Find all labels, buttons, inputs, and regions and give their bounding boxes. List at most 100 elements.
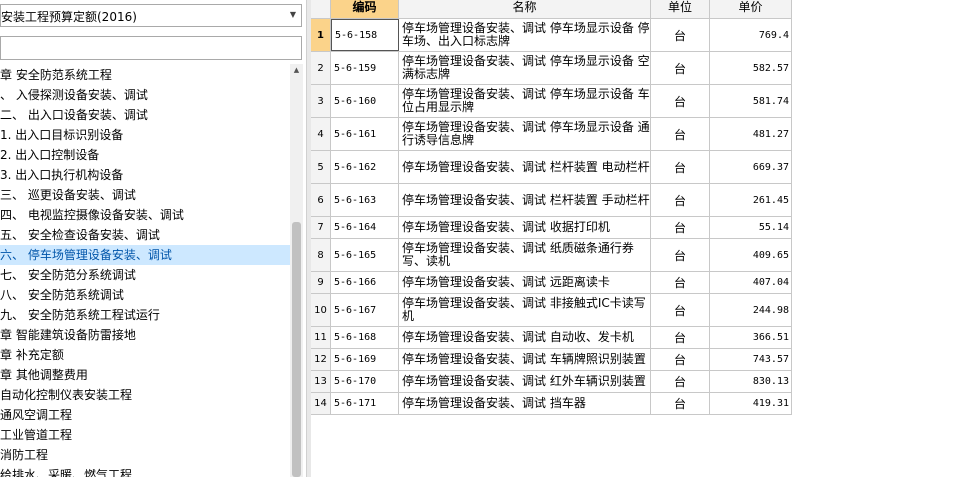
row-index-cell[interactable]: 2: [311, 52, 331, 84]
scrollbar-thumb[interactable]: [292, 222, 301, 477]
name-cell[interactable]: 停车场管理设备安装、调试 车辆牌照识别装置: [399, 349, 651, 370]
code-cell[interactable]: 5-6-169: [331, 349, 399, 370]
tree-item[interactable]: 1. 出入口目标识别设备: [0, 125, 290, 145]
table-row[interactable]: 3 5-6-160 停车场管理设备安装、调试 停车场显示设备 车位占用显示牌台 581…: [311, 85, 792, 118]
tree-item[interactable]: 三、 巡更设备安装、调试: [0, 185, 290, 205]
code-cell[interactable]: 5-6-158: [331, 19, 399, 51]
price-cell[interactable]: 55.14: [710, 217, 792, 238]
tree-item[interactable]: 六、 停车场管理设备安装、调试: [0, 245, 290, 265]
price-cell[interactable]: 830.13: [710, 371, 792, 392]
name-cell[interactable]: 停车场管理设备安装、调试 非接触式IC卡读写机: [399, 294, 651, 326]
name-cell[interactable]: 停车场管理设备安装、调试 停车场显示设备 空满标志牌: [399, 52, 651, 84]
tree-item[interactable]: 章 其他调整费用: [0, 365, 290, 385]
name-cell[interactable]: 停车场管理设备安装、调试 停车场显示设备 停车场、出入口标志牌: [399, 19, 651, 51]
row-index-cell[interactable]: 13: [311, 371, 331, 392]
row-index-cell[interactable]: 14: [311, 393, 331, 414]
tree-item[interactable]: 自动化控制仪表安装工程: [0, 385, 290, 405]
name-cell[interactable]: 停车场管理设备安装、调试 挡车器: [399, 393, 651, 414]
row-index-cell[interactable]: 5: [311, 151, 331, 183]
unit-cell[interactable]: 台: [651, 393, 710, 414]
table-row[interactable]: 8 5-6-165 停车场管理设备安装、调试 纸质磁条通行券写、读机台 409.65: [311, 239, 792, 272]
price-cell[interactable]: 366.51: [710, 327, 792, 348]
name-column-header[interactable]: 名称: [399, 0, 651, 18]
unit-cell[interactable]: 台: [651, 294, 710, 326]
row-index-cell[interactable]: 6: [311, 184, 331, 216]
table-row[interactable]: 1 5-6-158 停车场管理设备安装、调试 停车场显示设备 停车场、出入口标志牌台…: [311, 19, 792, 52]
row-index-cell[interactable]: 4: [311, 118, 331, 150]
tree-item[interactable]: 章 智能建筑设备防雷接地: [0, 325, 290, 345]
tree-item[interactable]: 七、 安全防范分系统调试: [0, 265, 290, 285]
name-cell[interactable]: 停车场管理设备安装、调试 收据打印机: [399, 217, 651, 238]
tree-item[interactable]: 通风空调工程: [0, 405, 290, 425]
tree-item[interactable]: 消防工程: [0, 445, 290, 465]
table-row[interactable]: 13 5-6-170 停车场管理设备安装、调试 红外车辆识别装置台 830.13: [311, 371, 792, 393]
table-row[interactable]: 12 5-6-169 停车场管理设备安装、调试 车辆牌照识别装置台 743.57: [311, 349, 792, 371]
price-cell[interactable]: 481.27: [710, 118, 792, 150]
code-cell[interactable]: 5-6-170: [331, 371, 399, 392]
name-cell[interactable]: 停车场管理设备安装、调试 远距离读卡: [399, 272, 651, 293]
unit-cell[interactable]: 台: [651, 184, 710, 216]
row-index-cell[interactable]: 1: [311, 19, 331, 51]
unit-cell[interactable]: 台: [651, 52, 710, 84]
table-row[interactable]: 2 5-6-159 停车场管理设备安装、调试 停车场显示设备 空满标志牌台 582.5…: [311, 52, 792, 85]
table-row[interactable]: 9 5-6-166 停车场管理设备安装、调试 远距离读卡台 407.04: [311, 272, 792, 294]
tree-item[interactable]: 2. 出入口控制设备: [0, 145, 290, 165]
row-index-cell[interactable]: 10: [311, 294, 331, 326]
unit-cell[interactable]: 台: [651, 239, 710, 271]
price-cell[interactable]: 409.65: [710, 239, 792, 271]
tree-item[interactable]: 八、 安全防范系统调试: [0, 285, 290, 305]
table-row[interactable]: 5 5-6-162 停车场管理设备安装、调试 栏杆装置 电动栏杆台 669.37: [311, 151, 792, 184]
code-cell[interactable]: 5-6-167: [331, 294, 399, 326]
code-cell[interactable]: 5-6-161: [331, 118, 399, 150]
tree-item[interactable]: 给排水、采暖、燃气工程: [0, 465, 290, 477]
price-cell[interactable]: 244.98: [710, 294, 792, 326]
chevron-down-icon[interactable]: ▼: [290, 10, 296, 19]
price-cell[interactable]: 407.04: [710, 272, 792, 293]
quota-library-select[interactable]: 安装工程预算定额(2016) ▼: [0, 4, 302, 27]
code-cell[interactable]: 5-6-163: [331, 184, 399, 216]
name-cell[interactable]: 停车场管理设备安装、调试 栏杆装置 电动栏杆: [399, 151, 651, 183]
row-index-cell[interactable]: 9: [311, 272, 331, 293]
unit-column-header[interactable]: 单位: [651, 0, 710, 18]
row-index-cell[interactable]: 3: [311, 85, 331, 117]
price-cell[interactable]: 669.37: [710, 151, 792, 183]
code-cell[interactable]: 5-6-171: [331, 393, 399, 414]
price-cell[interactable]: 769.4: [710, 19, 792, 51]
tree-item[interactable]: 工业管道工程: [0, 425, 290, 445]
unit-cell[interactable]: 台: [651, 371, 710, 392]
unit-cell[interactable]: 台: [651, 151, 710, 183]
code-cell[interactable]: 5-6-160: [331, 85, 399, 117]
tree-item[interactable]: 五、 安全检查设备安装、调试: [0, 225, 290, 245]
tree-item[interactable]: 二、 出入口设备安装、调试: [0, 105, 290, 125]
name-cell[interactable]: 停车场管理设备安装、调试 自动收、发卡机: [399, 327, 651, 348]
price-cell[interactable]: 743.57: [710, 349, 792, 370]
name-cell[interactable]: 停车场管理设备安装、调试 停车场显示设备 车位占用显示牌: [399, 85, 651, 117]
row-index-cell[interactable]: 12: [311, 349, 331, 370]
row-index-cell[interactable]: 11: [311, 327, 331, 348]
tree-item[interactable]: 、 入侵探测设备安装、调试: [0, 85, 290, 105]
unit-cell[interactable]: 台: [651, 118, 710, 150]
unit-cell[interactable]: 台: [651, 327, 710, 348]
code-cell[interactable]: 5-6-166: [331, 272, 399, 293]
price-cell[interactable]: 582.57: [710, 52, 792, 84]
tree-scrollbar[interactable]: ▲: [290, 64, 303, 477]
search-input[interactable]: [0, 36, 302, 60]
name-cell[interactable]: 停车场管理设备安装、调试 纸质磁条通行券写、读机: [399, 239, 651, 271]
unit-cell[interactable]: 台: [651, 85, 710, 117]
unit-cell[interactable]: 台: [651, 217, 710, 238]
row-index-cell[interactable]: 8: [311, 239, 331, 271]
code-column-header[interactable]: 编码: [331, 0, 399, 18]
unit-cell[interactable]: 台: [651, 19, 710, 51]
scroll-up-icon[interactable]: ▲: [290, 64, 303, 77]
name-cell[interactable]: 停车场管理设备安装、调试 停车场显示设备 通行诱导信息牌: [399, 118, 651, 150]
table-row[interactable]: 4 5-6-161 停车场管理设备安装、调试 停车场显示设备 通行诱导信息牌台 481…: [311, 118, 792, 151]
code-cell[interactable]: 5-6-159: [331, 52, 399, 84]
tree-item[interactable]: 四、 电视监控摄像设备安装、调试: [0, 205, 290, 225]
tree-item[interactable]: 章 补充定额: [0, 345, 290, 365]
name-cell[interactable]: 停车场管理设备安装、调试 栏杆装置 手动栏杆: [399, 184, 651, 216]
price-cell[interactable]: 419.31: [710, 393, 792, 414]
tree-item[interactable]: 3. 出入口执行机构设备: [0, 165, 290, 185]
unit-cell[interactable]: 台: [651, 349, 710, 370]
code-cell[interactable]: 5-6-165: [331, 239, 399, 271]
table-row[interactable]: 10 5-6-167 停车场管理设备安装、调试 非接触式IC卡读写机台 244.98: [311, 294, 792, 327]
